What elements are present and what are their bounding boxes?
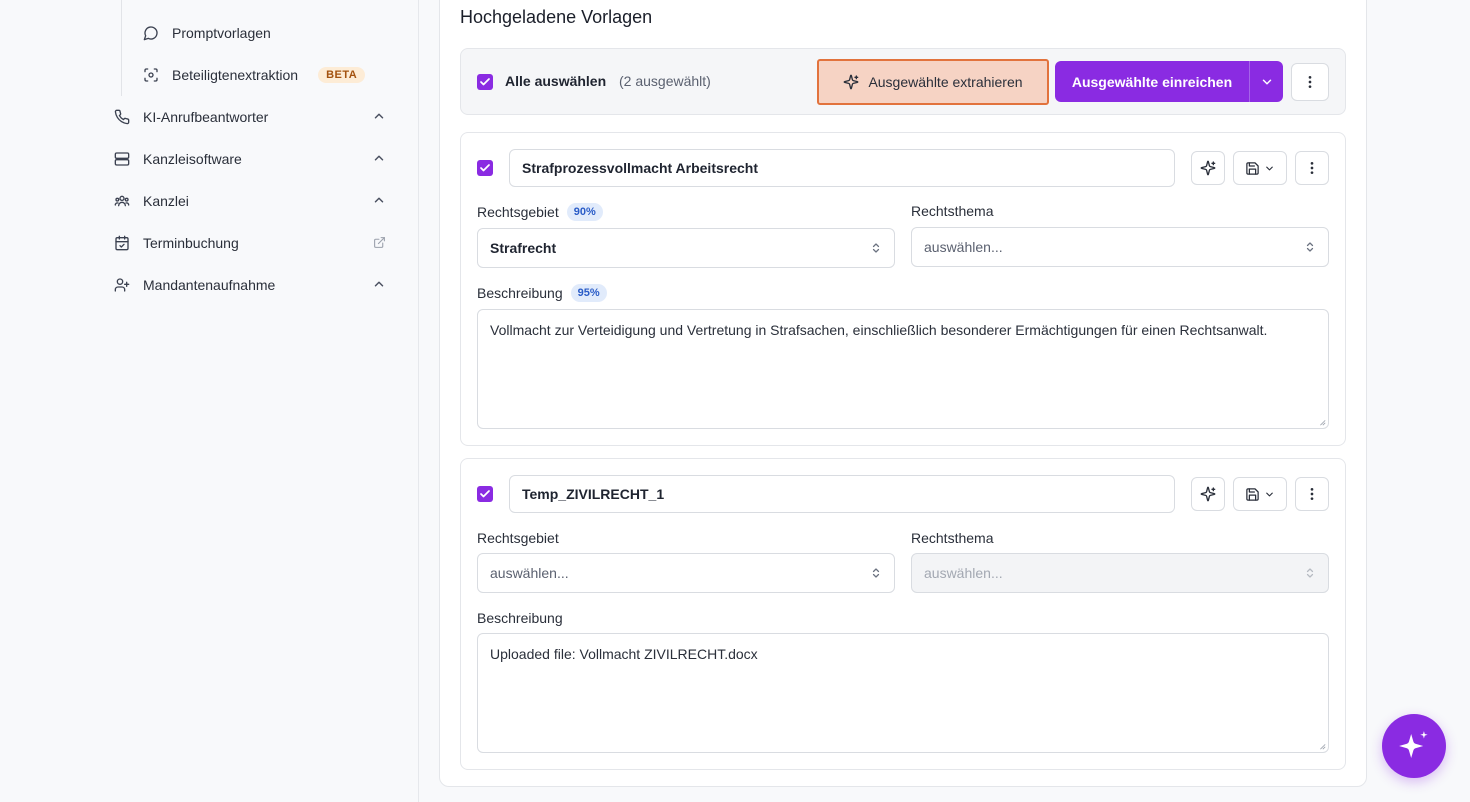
submit-dropdown-button[interactable] — [1250, 61, 1283, 102]
save-dropdown-button[interactable] — [1233, 477, 1287, 511]
rechtsgebiet-select[interactable]: auswählen... — [477, 553, 895, 593]
select-all-checkbox[interactable] — [477, 74, 493, 90]
submit-selected-label: Ausgewählte einreichen — [1071, 73, 1233, 90]
chevrons-up-down-icon — [1306, 242, 1314, 252]
check-icon — [480, 78, 490, 86]
more-vertical-icon — [1310, 162, 1314, 174]
sidebar: Promptvorlagen Beteiligtenextraktion BET… — [0, 0, 419, 802]
template-more-button[interactable] — [1295, 151, 1329, 185]
section-title: Hochgeladene Vorlagen — [460, 7, 653, 27]
resize-handle-icon[interactable] — [1318, 742, 1326, 750]
template-more-button[interactable] — [1295, 477, 1329, 511]
beta-badge: BETA — [318, 67, 366, 83]
rechtsgebiet-field-label: Rechtsgebiet 90% — [477, 203, 603, 221]
chevron-up-icon[interactable] — [372, 277, 386, 291]
sidebar-item-label: KI-Anrufbeantworter — [143, 109, 269, 125]
rechtsgebiet-value: Strafrecht — [490, 240, 557, 256]
rechtsthema-value: auswählen... — [924, 239, 1003, 255]
confidence-badge: 90% — [566, 203, 603, 221]
phone-icon — [112, 107, 132, 127]
chevron-up-icon[interactable] — [372, 151, 386, 165]
template-name-input[interactable]: Temp_ZIVILRECHT_1 — [509, 475, 1175, 513]
beschreibung-field-label: Beschreibung 95% — [477, 284, 607, 302]
more-vertical-icon — [1308, 76, 1312, 88]
extract-selected-label: Ausgewählte extrahieren — [868, 74, 1023, 90]
chevron-down-icon — [1266, 492, 1273, 496]
sparkles-icon — [844, 74, 859, 90]
sidebar-item-ki-anrufbeantworter[interactable]: KI-Anrufbeantworter — [112, 102, 390, 132]
sidebar-item-mandantenaufnahme[interactable]: Mandantenaufnahme — [112, 270, 390, 300]
sparkles-icon — [1200, 160, 1216, 176]
rechtsthema-label: Rechtsthema — [911, 203, 994, 219]
rechtsgebiet-value: auswählen... — [490, 565, 569, 581]
sidebar-item-beteiligtenextraktion[interactable]: Beteiligtenextraktion BETA — [112, 60, 390, 90]
rechtsgebiet-label: Rechtsgebiet — [477, 204, 559, 220]
resize-handle-icon[interactable] — [1318, 418, 1326, 426]
calendar-check-icon — [112, 233, 132, 253]
sidebar-item-label: Kanzleisoftware — [143, 151, 242, 167]
beschreibung-label: Beschreibung — [477, 285, 563, 301]
rechtsthema-label: Rechtsthema — [911, 530, 994, 546]
template-checkbox[interactable] — [477, 160, 493, 176]
rechtsgebiet-label: Rechtsgebiet — [477, 530, 559, 546]
beschreibung-label: Beschreibung — [477, 610, 563, 626]
sidebar-item-label: Terminbuchung — [143, 235, 239, 251]
beschreibung-textarea[interactable]: Vollmacht zur Verteidigung und Vertretun… — [477, 309, 1329, 429]
rechtsthema-value: auswählen... — [924, 565, 1003, 581]
beschreibung-value: Vollmacht zur Verteidigung und Vertretun… — [490, 322, 1268, 338]
confidence-badge: 95% — [570, 284, 607, 302]
external-link-icon — [374, 237, 385, 248]
sidebar-item-promptvorlagen[interactable]: Promptvorlagen — [112, 18, 390, 48]
save-dropdown-button[interactable] — [1233, 151, 1287, 185]
sidebar-item-label: Beteiligtenextraktion — [172, 67, 299, 83]
rechtsgebiet-select[interactable]: Strafrecht — [477, 228, 895, 268]
user-plus-icon — [112, 275, 132, 295]
server-icon — [112, 149, 132, 169]
sidebar-item-terminbuchung[interactable]: Terminbuchung — [112, 228, 390, 258]
scan-face-icon — [141, 65, 161, 85]
rechtsthema-field-label: Rechtsthema — [911, 530, 993, 546]
rechtsthema-field-label: Rechtsthema — [911, 203, 993, 219]
sidebar-item-label: Kanzlei — [143, 193, 189, 209]
chevrons-up-down-icon — [1306, 568, 1314, 578]
save-icon — [1246, 161, 1259, 175]
rechtsgebiet-field-label: Rechtsgebiet — [477, 530, 559, 546]
beschreibung-value: Uploaded file: Vollmacht ZIVILRECHT.docx — [490, 646, 758, 662]
more-vertical-icon — [1310, 488, 1314, 500]
template-name-input[interactable]: Strafprozessvollmacht Arbeitsrecht — [509, 149, 1175, 187]
sidebar-item-label: Promptvorlagen — [172, 25, 271, 41]
chat-bubble-icon — [141, 23, 161, 43]
extract-selected-button[interactable]: Ausgewählte extrahieren — [817, 59, 1049, 105]
sparkles-icon — [1200, 486, 1216, 502]
chevron-up-icon[interactable] — [372, 109, 386, 123]
chevrons-up-down-icon — [872, 568, 880, 578]
check-icon — [480, 490, 490, 498]
save-icon — [1246, 487, 1259, 501]
ai-extract-button[interactable] — [1191, 477, 1225, 511]
sidebar-item-kanzleisoftware[interactable]: Kanzleisoftware — [112, 144, 390, 174]
select-all-label[interactable]: Alle auswählen — [505, 73, 606, 89]
rechtsthema-select[interactable]: auswählen... — [911, 227, 1329, 267]
template-checkbox[interactable] — [477, 486, 493, 502]
chevron-down-icon — [1262, 79, 1271, 84]
ai-assistant-button[interactable] — [1382, 714, 1446, 778]
chevron-up-icon[interactable] — [372, 193, 386, 207]
sparkles-icon — [1399, 731, 1428, 759]
chevron-down-icon — [1266, 166, 1273, 170]
rechtsthema-select: auswählen... — [911, 553, 1329, 593]
selected-count: (2 ausgewählt) — [619, 73, 711, 89]
sidebar-item-label: Mandantenaufnahme — [143, 277, 276, 293]
users-icon — [112, 191, 132, 211]
beschreibung-textarea[interactable]: Uploaded file: Vollmacht ZIVILRECHT.docx — [477, 633, 1329, 753]
beschreibung-field-label: Beschreibung — [477, 610, 563, 626]
chevrons-up-down-icon — [872, 243, 880, 253]
submit-selected-button[interactable]: Ausgewählte einreichen — [1055, 61, 1283, 102]
ai-extract-button[interactable] — [1191, 151, 1225, 185]
toolbar-more-button[interactable] — [1291, 63, 1329, 101]
sidebar-item-kanzlei[interactable]: Kanzlei — [112, 186, 390, 216]
check-icon — [480, 164, 490, 172]
